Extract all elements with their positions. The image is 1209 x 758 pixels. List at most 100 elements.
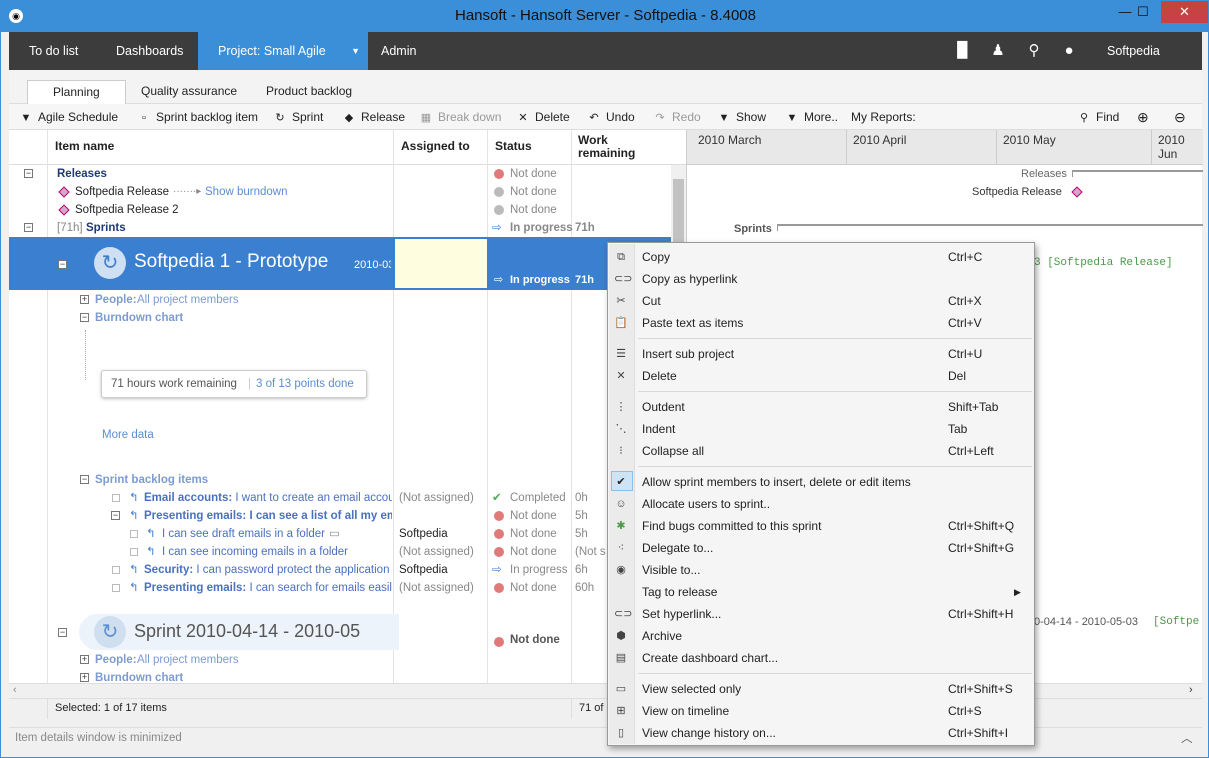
nav-dashboards[interactable]: Dashboards xyxy=(96,32,203,70)
menu-item-allow-sprint-members[interactable]: ✔ Allow sprint members to insert, delete … xyxy=(608,471,1034,493)
menu-shortcut: Ctrl+Left xyxy=(948,444,994,458)
show-burndown-link[interactable]: Show burndown xyxy=(205,183,287,201)
menu-item-visible-to[interactable]: ◉ Visible to... xyxy=(608,559,1034,581)
people-row[interactable]: + People: All project members xyxy=(9,651,669,669)
col-item-name[interactable]: Item name xyxy=(55,140,114,153)
item-name: I can see draft emails in a folder xyxy=(162,528,325,540)
tab-planning[interactable]: Planning xyxy=(27,80,126,104)
sprint-button[interactable]: ↻ Sprint xyxy=(273,109,323,127)
menu-item-view-selected[interactable]: ▭ View selected only Ctrl+Shift+S xyxy=(608,678,1034,700)
menu-item-find-bugs[interactable]: ✱ Find bugs committed to this sprint Ctrl+… xyxy=(608,515,1034,537)
menu-item-delegate[interactable]: ⁖ Delegate to... Ctrl+Shift+G xyxy=(608,537,1034,559)
collapse-toggle[interactable]: − xyxy=(24,223,33,232)
more-data-link[interactable]: More data xyxy=(102,429,154,441)
row-checkbox[interactable] xyxy=(130,548,138,556)
sprint-backlog-item-button[interactable]: ▫ Sprint backlog item xyxy=(137,109,258,127)
collapse-toggle[interactable]: − xyxy=(24,169,33,178)
table-row[interactable]: ↰ Email accounts: I want to create an em… xyxy=(9,489,669,507)
menu-item-create-dashboard-chart[interactable]: ▤ Create dashboard chart... xyxy=(608,647,1034,669)
menu-item-outdent[interactable]: ⋮ Outdent Shift+Tab xyxy=(608,396,1034,418)
menu-item-cut[interactable]: ✂ Cut Ctrl+X xyxy=(608,290,1034,312)
show-dropdown[interactable]: ▼ Show xyxy=(717,109,766,127)
expand-toggle[interactable]: + xyxy=(80,655,89,664)
col-assigned-to[interactable]: Assigned to xyxy=(401,140,470,153)
expand-toggle[interactable]: + xyxy=(80,295,89,304)
table-row[interactable]: Softpedia Release 2 Not done xyxy=(9,201,669,219)
expand-toggle[interactable]: + xyxy=(80,673,89,682)
nav-admin[interactable]: Admin xyxy=(361,32,436,70)
sprint-backlog-row[interactable]: − Sprint backlog items xyxy=(9,471,669,489)
menu-item-view-on-timeline[interactable]: ⊞ View on timeline Ctrl+S xyxy=(608,700,1034,722)
table-row[interactable]: ↰ I can see draft emails in a folder ▭ S… xyxy=(9,525,669,543)
delete-button[interactable]: ✕ Delete xyxy=(516,109,569,127)
table-row[interactable]: − ↰ Presenting emails: I can see a list … xyxy=(9,507,669,525)
tab-product-backlog[interactable]: Product backlog xyxy=(241,80,377,104)
find-button[interactable]: ⚲ Find xyxy=(1077,109,1119,127)
burndown-row[interactable]: − Burndown chart xyxy=(9,309,669,327)
work-value: (Not s xyxy=(575,546,606,558)
close-button[interactable]: ✕ xyxy=(1161,1,1208,23)
col-work-remaining[interactable]: Work remaining xyxy=(578,134,648,160)
zoom-in-icon[interactable]: ⊕ xyxy=(1137,109,1149,127)
menu-item-insert-sub-project[interactable]: ☰ Insert sub project Ctrl+U xyxy=(608,343,1034,365)
sprint-row-selected[interactable]: − ↻ Softpedia 1 - Prototype 2010-03 ⇨ In… xyxy=(9,237,686,290)
undo-button[interactable]: ↶ Undo xyxy=(587,109,634,127)
menu-item-copy-hyperlink[interactable]: ⊂⊃ Copy as hyperlink xyxy=(608,268,1034,290)
menu-item-view-change-history[interactable]: ▯ View change history on... Ctrl+Shift+I xyxy=(608,722,1034,744)
menu-item-tag-to-release[interactable]: Tag to release ▶ xyxy=(608,581,1034,603)
collapse-toggle[interactable]: − xyxy=(80,475,89,484)
row-checkbox[interactable] xyxy=(112,584,120,592)
menu-item-copy[interactable]: ⧉ Copy Ctrl+C xyxy=(608,246,1034,268)
burndown-row[interactable]: + Burndown chart xyxy=(9,669,669,683)
table-row[interactable]: Softpedia Release ·······▸ Show burndown… xyxy=(9,183,669,201)
chat-icon[interactable]: ● xyxy=(1060,42,1078,60)
nav-user[interactable]: Softpedia ▼ xyxy=(1087,32,1202,95)
table-row[interactable]: − [71h] Sprints ⇨ In progress 71h xyxy=(9,219,669,237)
col-status[interactable]: Status xyxy=(495,140,532,153)
break-down-button[interactable]: ▦ Break down xyxy=(419,109,502,127)
collapse-toggle[interactable]: − xyxy=(80,313,89,322)
zoom-out-icon[interactable]: ⊖ xyxy=(1174,109,1186,127)
table-row[interactable]: ↰ Security: I can password protect the a… xyxy=(9,561,669,579)
collapse-toggle[interactable]: − xyxy=(111,511,120,520)
scroll-left-icon[interactable]: ‹ xyxy=(13,684,17,696)
menu-item-paste[interactable]: 📋 Paste text as items Ctrl+V xyxy=(608,312,1034,334)
story-icon: ↰ xyxy=(129,564,139,576)
menu-item-delete[interactable]: ✕ Delete Del xyxy=(608,365,1034,387)
release-button[interactable]: ◆ Release xyxy=(342,109,405,127)
table-row[interactable]: − Releases Not done xyxy=(9,165,669,183)
nav-todo-list[interactable]: To do list xyxy=(9,32,98,70)
burndown-hours: 71 hours work remaining xyxy=(111,378,237,390)
not-done-status-icon xyxy=(494,529,504,539)
gantt-bar[interactable] xyxy=(1072,170,1203,177)
more-dropdown[interactable]: ▼ More.. xyxy=(785,109,838,127)
menu-item-allocate-users[interactable]: ☺ Allocate users to sprint.. xyxy=(608,493,1034,515)
menu-item-collapse-all[interactable]: ⁝ Collapse all Ctrl+Left xyxy=(608,440,1034,462)
maximize-button[interactable]: ☐ xyxy=(1125,1,1161,23)
nav-project[interactable]: Project: Small Agile ▼ xyxy=(198,32,368,70)
menu-item-archive[interactable]: ⬢ Archive xyxy=(608,625,1034,647)
agile-schedule-dropdown[interactable]: ▼ Agile Schedule xyxy=(19,109,119,127)
menu-label: Set hyperlink... xyxy=(642,607,722,621)
search-icon[interactable]: ⚲ xyxy=(1025,42,1043,60)
collapse-toggle[interactable]: − xyxy=(58,628,67,637)
release-diamond-icon[interactable] xyxy=(1071,186,1083,198)
assigned-cell-edit[interactable] xyxy=(395,239,487,288)
expand-up-icon[interactable]: ︿ xyxy=(1181,730,1193,746)
row-checkbox[interactable] xyxy=(112,566,120,574)
document-icon[interactable]: ▉ xyxy=(954,42,972,60)
collapse-toggle[interactable]: − xyxy=(58,260,67,269)
redo-button[interactable]: ↷ Redo xyxy=(653,109,700,127)
menu-shortcut: Del xyxy=(948,369,967,383)
menu-item-set-hyperlink[interactable]: ⊂⊃ Set hyperlink... Ctrl+Shift+H xyxy=(608,603,1034,625)
table-row[interactable]: ↰ Presenting emails: I can search for em… xyxy=(9,579,669,597)
gantt-bar[interactable] xyxy=(777,224,1203,231)
users-chart-icon[interactable]: ♟ xyxy=(989,42,1007,60)
scroll-right-icon[interactable]: › xyxy=(1189,684,1193,696)
row-checkbox[interactable] xyxy=(112,494,120,502)
menu-item-indent[interactable]: ⋱ Indent Tab xyxy=(608,418,1034,440)
table-row[interactable]: ↰ I can see incoming emails in a folder … xyxy=(9,543,669,561)
people-row[interactable]: + People: All project members xyxy=(9,291,669,309)
link-icon: ⊂⊃ xyxy=(614,608,633,620)
row-checkbox[interactable] xyxy=(130,530,138,538)
